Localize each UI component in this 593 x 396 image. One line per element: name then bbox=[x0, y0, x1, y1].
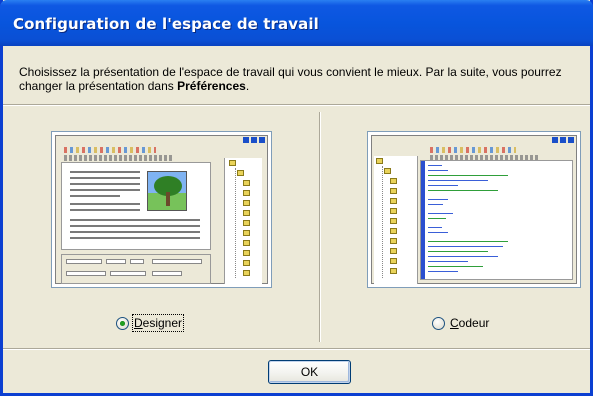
designer-radio-label[interactable]: Designer bbox=[131, 314, 185, 332]
coder-radio-circle[interactable] bbox=[432, 316, 445, 330]
window-buttons-icon bbox=[243, 137, 265, 143]
window-buttons-icon bbox=[552, 137, 574, 143]
designer-label-rest: esigner bbox=[142, 316, 183, 330]
coder-accesskey: C bbox=[450, 316, 459, 330]
panel-divider bbox=[319, 112, 321, 342]
code-editor-icon bbox=[420, 160, 573, 280]
intro-text-preferences: Préférences bbox=[177, 79, 246, 93]
panel-top-separator bbox=[3, 104, 590, 106]
toolbar-icons bbox=[430, 147, 516, 153]
tree-image-icon bbox=[147, 171, 187, 211]
site-tree-icon bbox=[374, 156, 418, 284]
designer-preview-thumbnail[interactable] bbox=[51, 131, 272, 288]
coder-radio[interactable]: Codeur bbox=[432, 316, 489, 330]
coder-preview-thumbnail[interactable] bbox=[367, 131, 581, 288]
panel-bottom-separator bbox=[3, 348, 590, 350]
coder-preview-titlebar bbox=[372, 136, 576, 145]
document-area-icon bbox=[61, 162, 211, 250]
title-bar[interactable]: Configuration de l'espace de travail bbox=[0, 0, 593, 46]
coder-radio-label[interactable]: Codeur bbox=[450, 316, 489, 330]
dialog-title: Configuration de l'espace de travail bbox=[13, 15, 319, 33]
designer-radio[interactable]: Designer bbox=[116, 314, 185, 332]
properties-panel-icon bbox=[61, 254, 211, 284]
intro-text-body: Choisissez la présentation de l'espace d… bbox=[19, 65, 562, 93]
toolbar-icons-row2 bbox=[64, 155, 174, 161]
coder-label-rest: odeur bbox=[458, 316, 490, 330]
designer-preview-titlebar bbox=[56, 136, 267, 145]
designer-preview-window bbox=[55, 135, 268, 284]
intro-text: Choisissez la présentation de l'espace d… bbox=[19, 65, 579, 93]
ok-button[interactable]: OK bbox=[268, 360, 351, 384]
intro-text-end: . bbox=[245, 79, 250, 93]
workspace-setup-dialog: Configuration de l'espace de travail Cho… bbox=[0, 0, 593, 396]
site-tree-icon bbox=[224, 158, 262, 284]
coder-preview-window bbox=[371, 135, 577, 284]
designer-radio-circle[interactable] bbox=[116, 316, 129, 330]
toolbar-icons bbox=[64, 147, 156, 153]
designer-accesskey: D bbox=[134, 316, 143, 330]
